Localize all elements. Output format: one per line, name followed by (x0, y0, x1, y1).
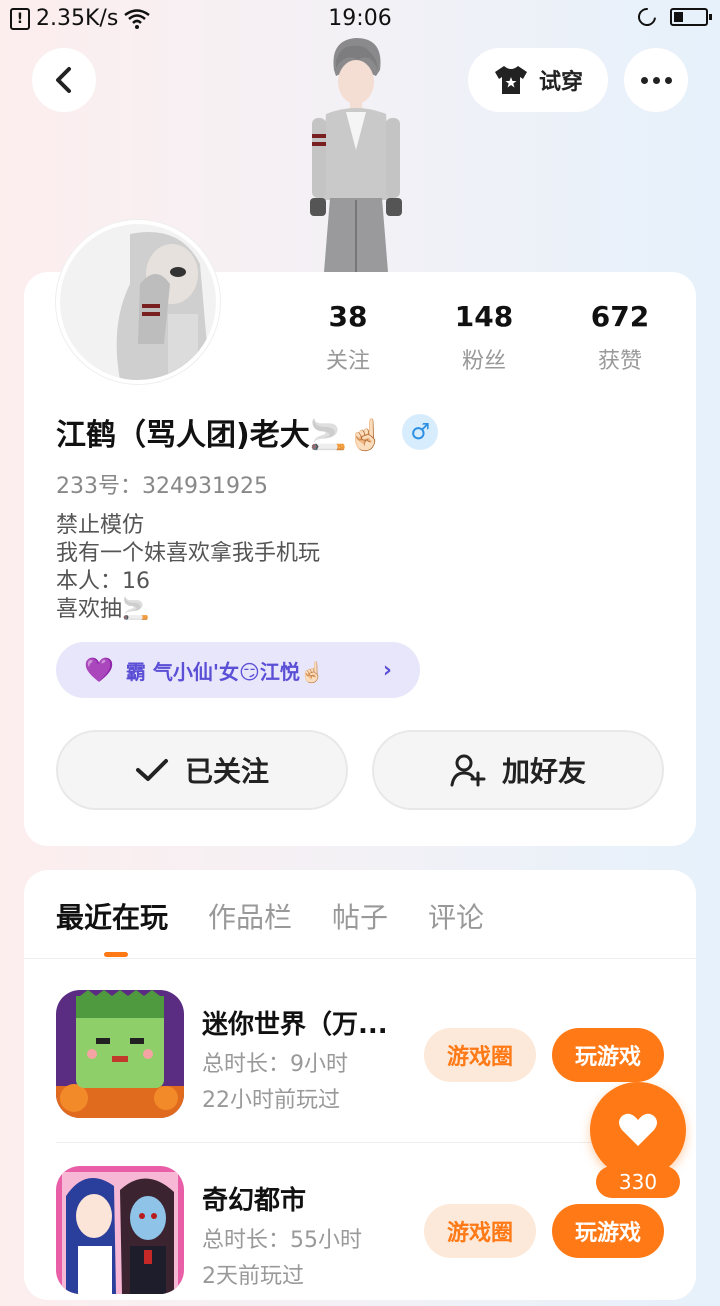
nickname: 江鹤（骂人团)老大🚬☝🏻 (56, 418, 385, 453)
content-tabs: 最近在玩 作品栏 帖子 评论 (56, 896, 484, 936)
try-on-label: 试穿 (538, 70, 583, 95)
game-name: 迷你世界（万... (202, 1010, 388, 1040)
double-heart-icon: 💜 (84, 656, 114, 684)
following-label: 关注 (325, 349, 370, 374)
chevron-left-icon (56, 67, 71, 93)
follow-label: 已关注 (184, 755, 269, 788)
game-last-played: 2天前玩过 (202, 1264, 304, 1289)
play-game-button[interactable]: 玩游戏 (552, 1028, 664, 1082)
add-user-icon (450, 754, 486, 787)
stats-row: 38 关注 148 粉丝 672 获赞 (280, 300, 696, 375)
game-name: 奇幻都市 (202, 1186, 307, 1216)
game-circle-button[interactable]: 游戏圈 (424, 1204, 536, 1258)
more-button[interactable] (624, 48, 688, 112)
like-button[interactable] (590, 1082, 686, 1178)
game-circle-button[interactable]: 游戏圈 (424, 1028, 536, 1082)
game-duration: 总时长：9小时 (202, 1052, 348, 1077)
battery-icon (670, 8, 712, 26)
fans-count: 148 (454, 300, 514, 333)
chevron-right-icon: › (382, 657, 392, 683)
game-row-mini-world[interactable]: 迷你世界（万... 总时长：9小时 22小时前玩过 游戏圈 玩游戏 (56, 990, 676, 1130)
battery-level (674, 12, 683, 22)
try-on-button[interactable]: 试穿 (468, 48, 608, 112)
row-divider (56, 1142, 668, 1143)
tab-comments[interactable]: 评论 (428, 896, 484, 936)
add-friend-button[interactable]: 加好友 (372, 730, 664, 810)
likes-label: 获赞 (597, 349, 642, 374)
stat-fans[interactable]: 148 粉丝 (416, 300, 552, 375)
male-gender-icon: ♂ (402, 414, 439, 450)
avatar[interactable] (56, 220, 220, 384)
mini-world-game-icon (56, 990, 184, 1118)
status-right (634, 4, 712, 30)
nickname-row: 江鹤（骂人团)老大🚬☝🏻 ♂ (56, 410, 439, 454)
avatar-image (60, 224, 216, 380)
tshirt-icon (494, 66, 527, 94)
add-friend-label: 加好友 (501, 755, 586, 788)
more-dots-icon (640, 76, 672, 84)
moon-icon (634, 4, 660, 30)
tab-recently-played[interactable]: 最近在玩 (56, 896, 168, 936)
game-icon-fantasy-city[interactable] (56, 1166, 184, 1294)
game-row-fantasy-city[interactable]: 奇幻都市 总时长：55小时 2天前玩过 游戏圈 玩游戏 (56, 1166, 676, 1306)
tab-works[interactable]: 作品栏 (208, 896, 292, 936)
active-tab-indicator (104, 952, 128, 957)
user-id: 233号：324931925 (56, 474, 268, 499)
back-button[interactable] (32, 48, 96, 112)
cp-relationship-badge[interactable]: 💜 霸 气小仙'女😏江悦☝🏻 › (56, 642, 420, 698)
tab-divider (24, 958, 696, 959)
cp-label: 霸 气小仙'女😏江悦☝🏻 (125, 659, 325, 684)
character-avatar-figure[interactable] (296, 30, 416, 272)
check-icon (135, 759, 168, 781)
clock: 19:06 (328, 6, 392, 31)
follow-button[interactable]: 已关注 (56, 730, 348, 810)
fans-label: 粉丝 (461, 349, 506, 374)
stat-following[interactable]: 38 关注 (280, 300, 416, 375)
play-game-button[interactable]: 玩游戏 (552, 1204, 664, 1258)
heart-icon (619, 1113, 657, 1146)
fantasy-city-game-icon (56, 1166, 184, 1294)
stat-likes[interactable]: 672 获赞 (552, 300, 688, 375)
game-last-played: 22小时前玩过 (202, 1088, 340, 1113)
game-icon-mini-world[interactable] (56, 990, 184, 1118)
tab-posts[interactable]: 帖子 (332, 896, 388, 936)
following-count: 38 (328, 300, 368, 333)
like-count-badge: 330 (596, 1166, 680, 1198)
likes-count: 672 (590, 300, 650, 333)
game-duration: 总时长：55小时 (202, 1228, 362, 1253)
bio-text: 禁止模仿 我有一个妹喜欢拿我手机玩 本人：16 喜欢抽🚬 (56, 513, 321, 622)
